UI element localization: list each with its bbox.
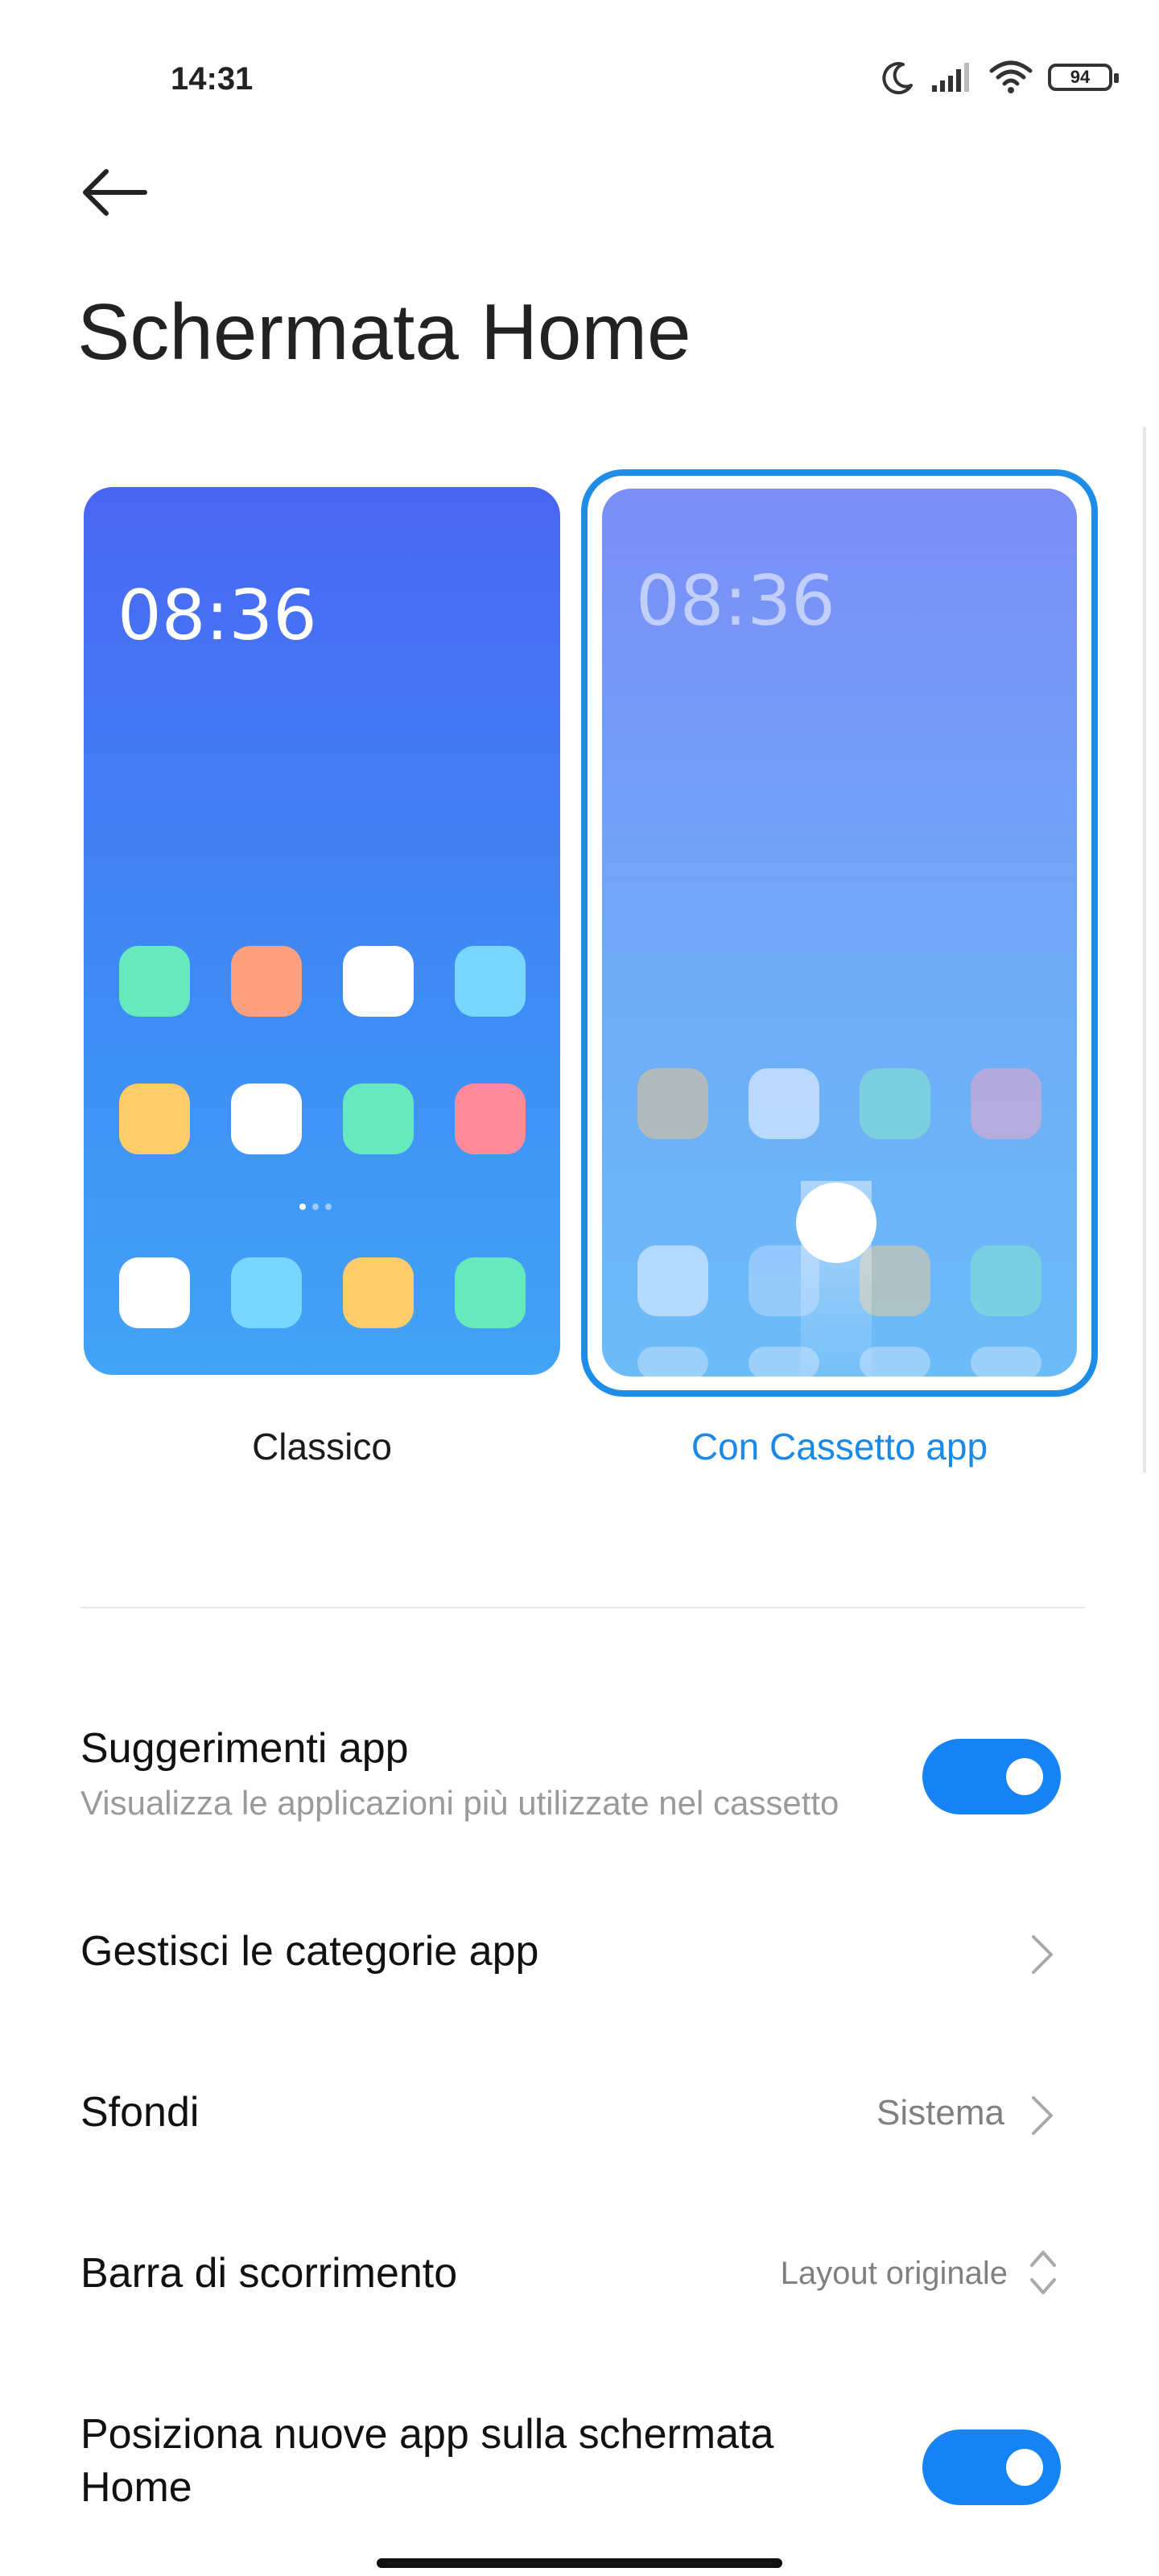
classic-layout-preview[interactable]: 08:36 xyxy=(84,487,560,1375)
scrollbar-title: Barra di scorrimento xyxy=(80,2250,458,2297)
preview-clock: 08:36 xyxy=(118,576,317,656)
suggestions-toggle[interactable] xyxy=(922,1739,1061,1814)
up-down-chevron-icon xyxy=(1030,2251,1056,2294)
app-icon xyxy=(971,1245,1041,1316)
divider xyxy=(80,1607,1085,1608)
home-indicator[interactable] xyxy=(377,2558,782,2568)
app-icon xyxy=(343,1257,414,1328)
status-time: 14:31 xyxy=(171,61,254,97)
app-icon xyxy=(455,1257,526,1328)
app-icon xyxy=(119,946,190,1017)
app-icon xyxy=(231,1257,302,1328)
battery-icon: 94 xyxy=(1048,64,1119,91)
chevron-right-icon xyxy=(1032,1935,1053,1974)
suggestions-title: Suggerimenti app xyxy=(80,1725,409,1772)
page-title: Schermata Home xyxy=(77,287,691,376)
scrollbar-row[interactable]: Barra di scorrimento Layout originale xyxy=(0,2198,1159,2334)
drawer-label[interactable]: Con Cassetto app xyxy=(602,1425,1077,1468)
app-icon xyxy=(637,1245,708,1316)
moon-icon xyxy=(882,62,913,95)
place-new-apps-title-line2: Home xyxy=(80,2464,192,2511)
classic-label[interactable]: Classico xyxy=(84,1425,560,1468)
app-icon xyxy=(231,1084,302,1154)
app-icon xyxy=(119,1084,190,1154)
place-new-apps-title-line1: Posiziona nuove app sulla schermata xyxy=(80,2411,774,2458)
app-icon xyxy=(231,946,302,1017)
toggle-knob xyxy=(1006,1758,1043,1795)
wallpapers-value: Sistema xyxy=(876,2093,1004,2132)
swipe-gesture-indicator xyxy=(796,1183,876,1263)
wifi-icon xyxy=(989,60,1033,93)
app-icon xyxy=(860,1068,930,1139)
suggestions-subtitle: Visualizza le applicazioni più utilizzat… xyxy=(80,1784,839,1822)
app-icon xyxy=(971,1068,1041,1139)
app-icon xyxy=(455,946,526,1017)
preview-clock: 08:36 xyxy=(636,561,835,642)
toggle-knob xyxy=(1006,2449,1043,2486)
app-icon xyxy=(343,946,414,1017)
suggestions-row[interactable]: Suggerimenti app Visualizza le applicazi… xyxy=(0,1674,1159,1835)
categories-title: Gestisci le categorie app xyxy=(80,1928,539,1975)
app-icon xyxy=(119,1257,190,1328)
battery-level: 94 xyxy=(1070,67,1091,87)
wallpapers-row[interactable]: Sfondi Sistema xyxy=(0,2037,1159,2174)
place-new-apps-toggle[interactable] xyxy=(922,2429,1061,2505)
scrollbar-value: Layout originale xyxy=(780,2256,1008,2291)
back-arrow-icon[interactable] xyxy=(77,164,150,221)
categories-row[interactable]: Gestisci le categorie app xyxy=(0,1876,1159,2013)
drawer-layout-preview[interactable]: 08:36 xyxy=(602,489,1077,1377)
app-icon xyxy=(343,1084,414,1154)
app-icon xyxy=(637,1347,708,1377)
app-icon xyxy=(455,1084,526,1154)
signal-icon xyxy=(932,63,969,92)
status-icons: 94 xyxy=(881,60,1119,95)
place-new-apps-row[interactable]: Posiziona nuove app sulla schermata Home xyxy=(0,2359,1159,2552)
chevron-right-icon xyxy=(1032,2096,1053,2135)
wallpapers-title: Sfondi xyxy=(80,2089,200,2136)
app-icon xyxy=(971,1347,1041,1377)
scroll-indicator xyxy=(1143,427,1146,1473)
page-dots xyxy=(299,1203,332,1210)
app-icon xyxy=(749,1068,819,1139)
app-icon xyxy=(637,1068,708,1139)
